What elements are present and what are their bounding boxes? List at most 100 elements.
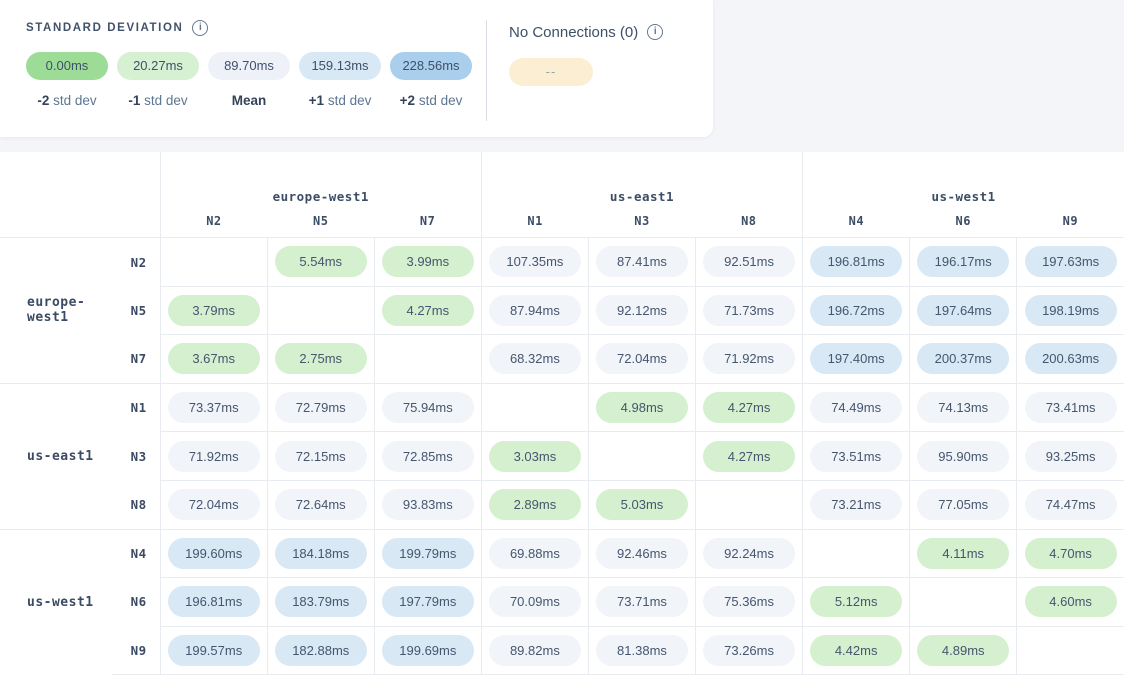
- latency-pill[interactable]: 197.64ms: [917, 295, 1009, 326]
- latency-pill[interactable]: 72.85ms: [382, 441, 474, 472]
- latency-pill[interactable]: 72.04ms: [596, 343, 688, 374]
- latency-pill[interactable]: 73.26ms: [703, 635, 795, 666]
- info-icon[interactable]: i: [647, 24, 663, 40]
- row-node-label: N1: [112, 383, 160, 432]
- latency-pill[interactable]: 92.12ms: [596, 295, 688, 326]
- latency-pill[interactable]: 3.03ms: [489, 441, 581, 472]
- latency-pill[interactable]: 77.05ms: [917, 489, 1009, 520]
- latency-dashboard: STANDARD DEVIATION i 0.00ms-2 std dev20.…: [0, 0, 1124, 675]
- matrix-cell: 200.37ms: [910, 335, 1017, 384]
- matrix-cell: 184.18ms: [267, 529, 374, 578]
- latency-pill[interactable]: 81.38ms: [596, 635, 688, 666]
- matrix-row: us-east1N173.37ms72.79ms75.94ms4.98ms4.2…: [0, 383, 1124, 432]
- latency-pill[interactable]: 4.42ms: [810, 635, 902, 666]
- latency-pill[interactable]: 2.75ms: [275, 343, 367, 374]
- latency-pill[interactable]: 2.89ms: [489, 489, 581, 520]
- latency-pill[interactable]: 72.04ms: [168, 489, 260, 520]
- legend-stop-label-rest: std dev: [140, 93, 187, 108]
- latency-pill[interactable]: 70.09ms: [489, 586, 581, 617]
- latency-pill[interactable]: 87.41ms: [596, 246, 688, 277]
- latency-pill[interactable]: 92.51ms: [703, 246, 795, 277]
- latency-pill[interactable]: 73.71ms: [596, 586, 688, 617]
- latency-pill[interactable]: 3.79ms: [168, 295, 260, 326]
- latency-pill[interactable]: 4.89ms: [917, 635, 1009, 666]
- latency-pill[interactable]: 107.35ms: [489, 246, 581, 277]
- latency-pill[interactable]: 72.15ms: [275, 441, 367, 472]
- matrix-cell: 73.51ms: [803, 432, 910, 481]
- latency-pill[interactable]: 196.81ms: [168, 586, 260, 617]
- latency-pill[interactable]: 74.47ms: [1025, 489, 1117, 520]
- latency-pill[interactable]: 87.94ms: [489, 295, 581, 326]
- latency-pill[interactable]: 200.37ms: [917, 343, 1009, 374]
- latency-pill[interactable]: 75.36ms: [703, 586, 795, 617]
- latency-pill[interactable]: 92.46ms: [596, 538, 688, 569]
- latency-pill[interactable]: 73.51ms: [810, 441, 902, 472]
- matrix-cell: 4.11ms: [910, 529, 1017, 578]
- latency-pill[interactable]: 197.63ms: [1025, 246, 1117, 277]
- latency-pill[interactable]: 71.92ms: [703, 343, 795, 374]
- matrix-cell-self: [910, 578, 1017, 627]
- latency-pill[interactable]: 3.67ms: [168, 343, 260, 374]
- matrix-cell: 72.15ms: [267, 432, 374, 481]
- latency-pill[interactable]: 68.32ms: [489, 343, 581, 374]
- latency-pill[interactable]: 199.79ms: [382, 538, 474, 569]
- latency-pill[interactable]: 72.79ms: [275, 392, 367, 423]
- info-icon[interactable]: i: [192, 20, 208, 36]
- latency-pill[interactable]: 71.73ms: [703, 295, 795, 326]
- latency-pill[interactable]: 5.12ms: [810, 586, 902, 617]
- latency-pill[interactable]: 196.17ms: [917, 246, 1009, 277]
- matrix-cell: 4.70ms: [1017, 529, 1124, 578]
- latency-pill[interactable]: 4.60ms: [1025, 586, 1117, 617]
- matrix-cell: 196.81ms: [803, 238, 910, 287]
- latency-pill[interactable]: 89.82ms: [489, 635, 581, 666]
- latency-pill[interactable]: 74.49ms: [810, 392, 902, 423]
- latency-pill[interactable]: 182.88ms: [275, 635, 367, 666]
- latency-pill[interactable]: 4.27ms: [382, 295, 474, 326]
- latency-pill[interactable]: 75.94ms: [382, 392, 474, 423]
- latency-pill[interactable]: 184.18ms: [275, 538, 367, 569]
- latency-pill[interactable]: 92.24ms: [703, 538, 795, 569]
- matrix-cell: 72.79ms: [267, 383, 374, 432]
- matrix-cell: 74.47ms: [1017, 480, 1124, 529]
- matrix-cell: 92.12ms: [588, 286, 695, 335]
- latency-pill[interactable]: 198.19ms: [1025, 295, 1117, 326]
- latency-pill[interactable]: 3.99ms: [382, 246, 474, 277]
- latency-pill[interactable]: 4.27ms: [703, 392, 795, 423]
- legend-stop-label: +2 std dev: [390, 93, 472, 108]
- latency-pill[interactable]: 69.88ms: [489, 538, 581, 569]
- latency-pill[interactable]: 4.11ms: [917, 538, 1009, 569]
- latency-pill[interactable]: 71.92ms: [168, 441, 260, 472]
- row-node-label: N2: [112, 238, 160, 287]
- matrix-row: N9199.57ms182.88ms199.69ms89.82ms81.38ms…: [0, 626, 1124, 675]
- matrix-cell: 75.94ms: [374, 383, 481, 432]
- latency-pill[interactable]: 93.25ms: [1025, 441, 1117, 472]
- latency-pill[interactable]: 4.98ms: [596, 392, 688, 423]
- latency-pill[interactable]: 5.54ms: [275, 246, 367, 277]
- matrix-cell: 200.63ms: [1017, 335, 1124, 384]
- latency-pill[interactable]: 74.13ms: [917, 392, 1009, 423]
- latency-pill[interactable]: 197.79ms: [382, 586, 474, 617]
- latency-pill[interactable]: 95.90ms: [917, 441, 1009, 472]
- latency-pill[interactable]: 72.64ms: [275, 489, 367, 520]
- latency-pill[interactable]: 199.69ms: [382, 635, 474, 666]
- latency-pill[interactable]: 199.57ms: [168, 635, 260, 666]
- latency-pill[interactable]: 4.70ms: [1025, 538, 1117, 569]
- matrix-cell: 5.12ms: [803, 578, 910, 627]
- legend-stop-label-strong: +2: [400, 93, 415, 108]
- matrix-cell: 72.64ms: [267, 480, 374, 529]
- latency-pill[interactable]: 73.37ms: [168, 392, 260, 423]
- latency-pill[interactable]: 5.03ms: [596, 489, 688, 520]
- latency-pill[interactable]: 4.27ms: [703, 441, 795, 472]
- latency-pill[interactable]: 200.63ms: [1025, 343, 1117, 374]
- latency-pill[interactable]: 93.83ms: [382, 489, 474, 520]
- latency-pill[interactable]: 183.79ms: [275, 586, 367, 617]
- matrix-row: N371.92ms72.15ms72.85ms3.03ms4.27ms73.51…: [0, 432, 1124, 481]
- latency-pill[interactable]: 73.21ms: [810, 489, 902, 520]
- latency-pill[interactable]: 73.41ms: [1025, 392, 1117, 423]
- matrix-cell: 95.90ms: [910, 432, 1017, 481]
- latency-pill[interactable]: 197.40ms: [810, 343, 902, 374]
- latency-pill[interactable]: 199.60ms: [168, 538, 260, 569]
- latency-pill[interactable]: 196.72ms: [810, 295, 902, 326]
- row-region-label: us-east1: [0, 383, 112, 529]
- latency-pill[interactable]: 196.81ms: [810, 246, 902, 277]
